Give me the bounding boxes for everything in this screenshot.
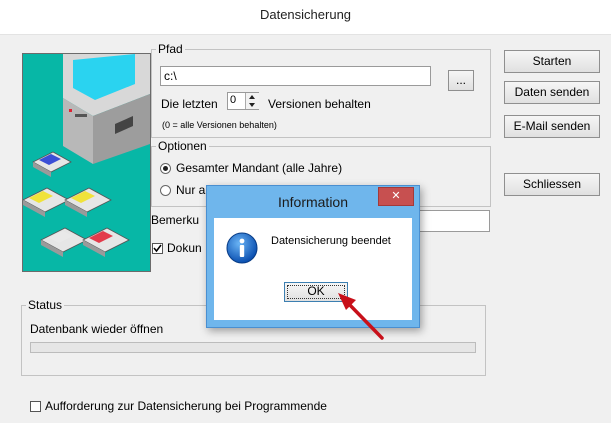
window-title: Datensicherung: [259, 7, 352, 22]
versions-suffix: Versionen behalten: [268, 97, 371, 111]
email-senden-button[interactable]: E-Mail senden: [504, 115, 600, 138]
schliessen-button[interactable]: Schliessen: [504, 173, 600, 196]
versions-stepper[interactable]: 0: [227, 92, 259, 110]
daten-senden-button[interactable]: Daten senden: [504, 81, 600, 104]
dialog-message: Datensicherung beendet: [271, 235, 391, 247]
option-nur-radio[interactable]: [160, 185, 171, 196]
path-input[interactable]: c:\: [160, 66, 431, 86]
versions-prefix: Die letzten: [161, 97, 218, 111]
bemerkung-label: Bemerku: [151, 213, 200, 227]
aufforderung-checkbox[interactable]: [30, 401, 41, 412]
information-dialog: Information ✕ Datensicherung beendet OK: [206, 185, 420, 328]
pfad-legend: Pfad: [158, 42, 183, 56]
dialog-body: Datensicherung beendet OK: [214, 218, 412, 320]
aufforderung-label: Aufforderung zur Datensicherung bei Prog…: [45, 399, 327, 413]
backup-illustration: [22, 53, 151, 272]
status-progress-bar: [30, 342, 476, 353]
browse-button[interactable]: ...: [448, 70, 474, 91]
computer-disks-icon: [23, 54, 150, 257]
ok-button[interactable]: OK: [284, 282, 348, 302]
option-gesamter-mandant-label: Gesamter Mandant (alle Jahre): [176, 161, 343, 175]
starten-label: Starten: [532, 54, 572, 68]
versions-value: 0: [230, 94, 237, 106]
versions-note: (0 = alle Versionen behalten): [162, 120, 277, 130]
title-bar: Datensicherung: [0, 0, 611, 35]
info-icon: [226, 232, 258, 264]
schliessen-label: Schliessen: [522, 177, 582, 191]
check-mark-icon: [153, 244, 162, 253]
option-gesamter-mandant-radio[interactable]: [160, 163, 171, 174]
starten-button[interactable]: Starten: [504, 50, 600, 73]
datensicherung-window: Datensicherung Pfad c:\ ... Die letzten …: [0, 0, 611, 423]
bemerkung-input[interactable]: [412, 210, 490, 232]
optionen-legend: Optionen: [158, 139, 207, 153]
dokument-label: Dokun: [167, 241, 202, 255]
status-legend: Status: [28, 298, 63, 312]
option-nur-label: Nur a: [176, 183, 206, 197]
spin-down-icon[interactable]: [245, 101, 259, 109]
dokument-checkbox[interactable]: [152, 243, 163, 254]
ok-label: OK: [307, 284, 325, 298]
path-value: c:\: [164, 69, 177, 83]
dialog-close-button[interactable]: ✕: [378, 187, 414, 206]
email-senden-label: E-Mail senden: [513, 119, 591, 133]
daten-senden-label: Daten senden: [514, 85, 590, 99]
browse-label: ...: [455, 73, 466, 87]
close-icon: ✕: [391, 190, 401, 202]
status-text: Datenbank wieder öffnen: [30, 322, 164, 336]
